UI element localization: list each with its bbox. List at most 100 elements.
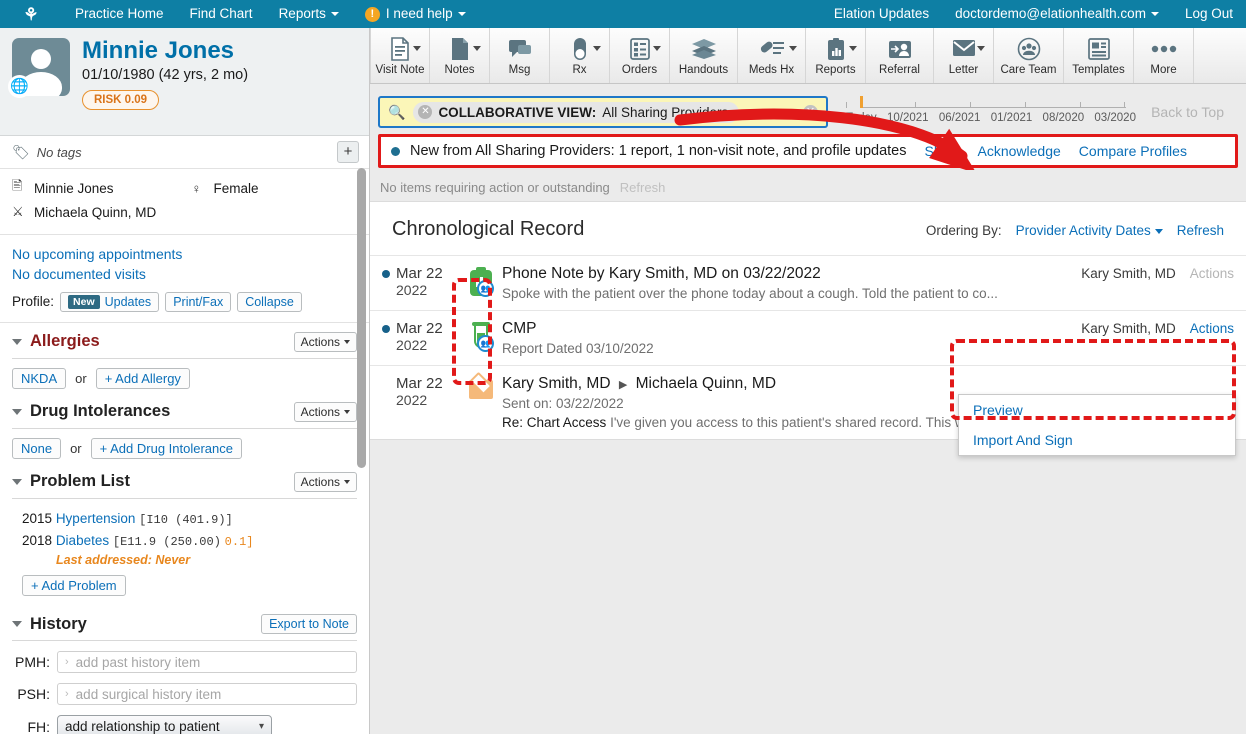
toolbar-reports[interactable]: Reports	[806, 28, 866, 83]
toolbar-msg-label: Msg	[509, 64, 531, 76]
toolbar-orders[interactable]: Orders	[610, 28, 670, 83]
envelope-orange-icon	[467, 377, 495, 401]
back-to-top-button[interactable]: Back to Top	[1151, 104, 1224, 120]
record-right-cell: Kary Smith, MD Actions	[1074, 320, 1234, 336]
toolbar-referral[interactable]: Referral	[866, 28, 934, 83]
toolbar-handouts[interactable]: Handouts	[670, 28, 738, 83]
collapse-triangle-icon[interactable]	[12, 409, 22, 415]
patient-tags-row: 🏷 No tags +	[0, 136, 369, 169]
toolbar-rx[interactable]: Rx	[550, 28, 610, 83]
avatar[interactable]: 🌐	[12, 38, 70, 96]
timeline-tick	[970, 102, 971, 108]
profile-collapse-button[interactable]: Collapse	[237, 292, 302, 312]
nav-find-chart[interactable]: Find Chart	[177, 0, 266, 28]
problem-name[interactable]: Hypertension	[56, 511, 136, 526]
profile-updates-button[interactable]: New Updates	[60, 292, 159, 312]
alert-exclamation-icon: !	[365, 7, 380, 22]
chevron-down-icon	[849, 46, 857, 51]
add-problem-button[interactable]: + Add Problem	[22, 575, 126, 596]
toolbar-visit-note[interactable]: Visit Note	[370, 28, 430, 83]
record-type-icon-cell	[460, 375, 502, 401]
export-to-note-button[interactable]: Export to Note	[261, 614, 357, 634]
record-title[interactable]: CMP	[502, 320, 1074, 338]
record-actions-button[interactable]: Actions	[1190, 266, 1234, 281]
record-message-to[interactable]: Michaela Quinn, MD	[636, 375, 776, 392]
nav-log-out[interactable]: Log Out	[1172, 0, 1246, 28]
toolbar-more[interactable]: More	[1134, 28, 1194, 83]
record-author: Kary Smith, MD	[1081, 266, 1176, 281]
no-documented-visits-link[interactable]: No documented visits	[12, 264, 357, 284]
search-input[interactable]: 🔍 ✕ COLLABORATIVE VIEW: All Sharing Prov…	[378, 96, 828, 128]
toolbar-meds-hx[interactable]: Meds Hx	[738, 28, 806, 83]
id-card-icon: 🖹	[12, 177, 34, 199]
chevron-down-icon	[344, 410, 350, 414]
table-row[interactable]: Mar 22 2022 👥 Phone Note by Kary Smith, …	[370, 255, 1246, 310]
nav-i-need-help[interactable]: !I need help	[352, 0, 479, 28]
record-refresh-link[interactable]: Refresh	[1177, 223, 1224, 238]
outstanding-items-row: No items requiring action or outstanding…	[370, 168, 1246, 201]
collapse-triangle-icon[interactable]	[12, 339, 22, 345]
nav-practice-home[interactable]: Practice Home	[62, 0, 177, 28]
new-badge: New	[68, 295, 100, 309]
notification-acknowledge-link[interactable]: Acknowledge	[978, 143, 1061, 159]
clear-icon[interactable]: ✕	[803, 105, 818, 120]
record-subject-preview: I've given you access to this patient's …	[610, 415, 1015, 430]
profile-actions-row: Profile: New Updates Print/Fax Collapse	[12, 292, 357, 312]
record-author: Kary Smith, MD	[1081, 321, 1176, 336]
toolbar-letter[interactable]: Letter	[934, 28, 994, 83]
unread-dot-icon	[382, 325, 390, 333]
record-date: Mar 22 2022	[380, 265, 460, 298]
allergies-nkda-button[interactable]: NKDA	[12, 368, 66, 389]
table-row[interactable]: Mar 22 2022 👥 CMP Report Dated 03/10/202…	[370, 310, 1246, 365]
collapse-triangle-icon[interactable]	[12, 621, 22, 627]
elation-logo-icon[interactable]: ⚘	[0, 0, 62, 28]
page-title[interactable]: Minnie Jones	[82, 38, 248, 64]
problem-code: [E11.9 (250.00)	[113, 535, 221, 549]
nav-account-menu[interactable]: doctordemo@elationhealth.com	[942, 0, 1172, 28]
profile-print-fax-button[interactable]: Print/Fax	[165, 292, 231, 312]
ordering-by-select[interactable]: Provider Activity Dates	[1016, 223, 1163, 238]
pill-capsule-icon	[573, 36, 587, 62]
past-history-input[interactable]: › add past history item	[57, 651, 357, 673]
toolbar-notes[interactable]: Notes	[430, 28, 490, 83]
add-drug-intolerance-button[interactable]: + Add Drug Intolerance	[91, 438, 242, 459]
document-lines-icon	[390, 36, 410, 62]
add-allergy-button[interactable]: + Add Allergy	[96, 368, 190, 389]
nav-account-email: doctordemo@elationhealth.com	[955, 6, 1146, 21]
record-title[interactable]: Phone Note by Kary Smith, MD on 03/22/20…	[502, 265, 1074, 283]
toolbar-care-team[interactable]: Care Team	[994, 28, 1064, 83]
dropdown-item-preview[interactable]: Preview	[959, 395, 1235, 425]
surgical-history-input[interactable]: › add surgical history item	[57, 683, 357, 705]
toolbar-msg[interactable]: Msg	[490, 28, 550, 83]
record-actions-button[interactable]: Actions	[1190, 321, 1234, 336]
toolbar-templates[interactable]: Templates	[1064, 28, 1134, 83]
nav-elation-updates[interactable]: Elation Updates	[821, 0, 942, 28]
record-date: Mar 22 2022	[380, 375, 460, 408]
collaborative-view-chip[interactable]: ✕ COLLABORATIVE VIEW: All Sharing Provid…	[413, 102, 739, 123]
problem-name[interactable]: Diabetes	[56, 533, 109, 548]
add-tag-button[interactable]: +	[337, 141, 359, 163]
outstanding-refresh-link[interactable]: Refresh	[620, 180, 666, 195]
no-upcoming-appointments-link[interactable]: No upcoming appointments	[12, 244, 357, 264]
notification-compare-profiles-link[interactable]: Compare Profiles	[1079, 143, 1187, 159]
allergies-header: Allergies Actions	[12, 323, 357, 359]
status-badge[interactable]: RISK 0.09	[82, 90, 159, 110]
notification-show-link[interactable]: Show	[924, 143, 959, 159]
sidebar-scrollbar[interactable]	[357, 168, 366, 468]
chip-remove-icon[interactable]: ✕	[418, 105, 432, 119]
surgical-history-placeholder: add surgical history item	[76, 687, 222, 702]
record-date-line2: 2022	[382, 282, 460, 298]
nav-reports[interactable]: Reports	[266, 0, 352, 28]
problem-list-actions-button[interactable]: Actions	[294, 472, 357, 492]
chart-timeline[interactable]: Today 10/2021 06/2021 01/2021 08/2020 03…	[846, 91, 1136, 133]
allergies-actions-button[interactable]: Actions	[294, 332, 357, 352]
record-message-from[interactable]: Kary Smith, MD	[502, 375, 611, 392]
chip-prefix-label: COLLABORATIVE VIEW:	[438, 105, 596, 120]
toolbar-rx-label: Rx	[572, 64, 586, 76]
dropdown-item-import-and-sign[interactable]: Import And Sign	[959, 425, 1235, 455]
family-relationship-select[interactable]: add relationship to patient ▾	[57, 715, 272, 734]
collapse-triangle-icon[interactable]	[12, 479, 22, 485]
problem-year: 2015	[22, 511, 52, 526]
drug-intolerances-actions-button[interactable]: Actions	[294, 402, 357, 422]
drug-intolerances-none-button[interactable]: None	[12, 438, 61, 459]
